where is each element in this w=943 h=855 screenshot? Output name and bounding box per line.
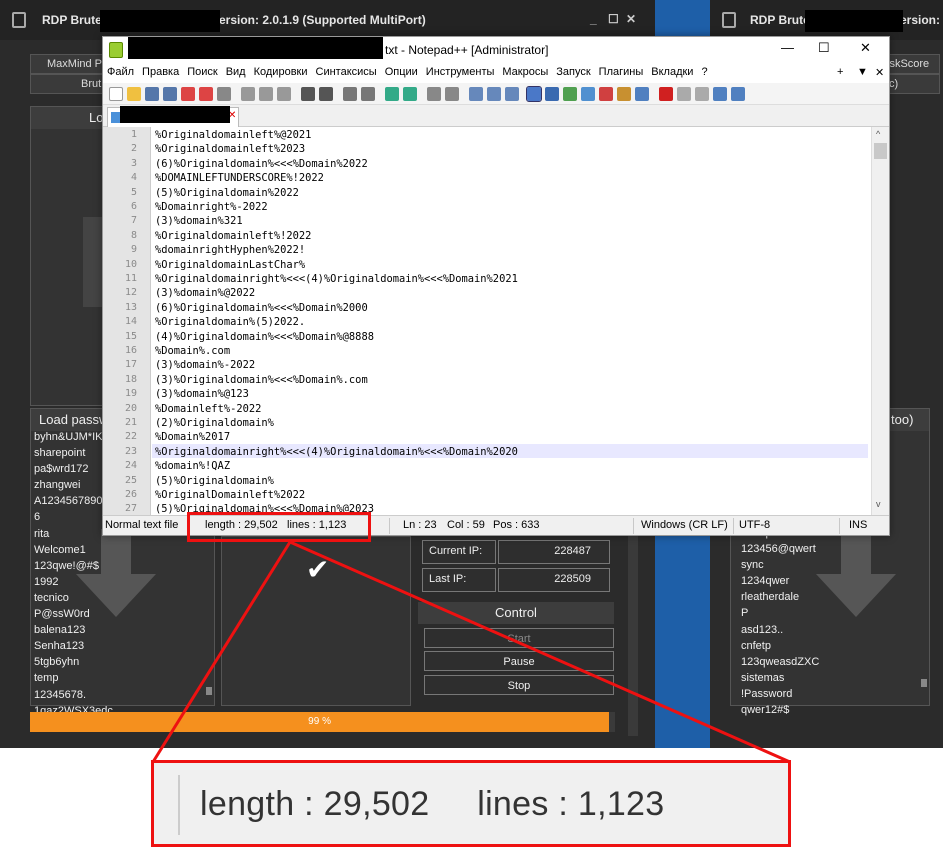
callout-lines [151, 540, 791, 764]
screenshot-stage: RDP Brute ersion: 2.0.1.9 (Supported Mul… [0, 0, 943, 855]
zoom-callout: length : 29,502 lines : 1,123 [151, 760, 791, 847]
zoom-text: length : 29,502 lines : 1,123 [200, 785, 664, 824]
zoom-separator [178, 775, 180, 835]
zoom-length: length : 29,502 [200, 785, 430, 823]
zoom-lines: lines : 1,123 [477, 785, 665, 823]
